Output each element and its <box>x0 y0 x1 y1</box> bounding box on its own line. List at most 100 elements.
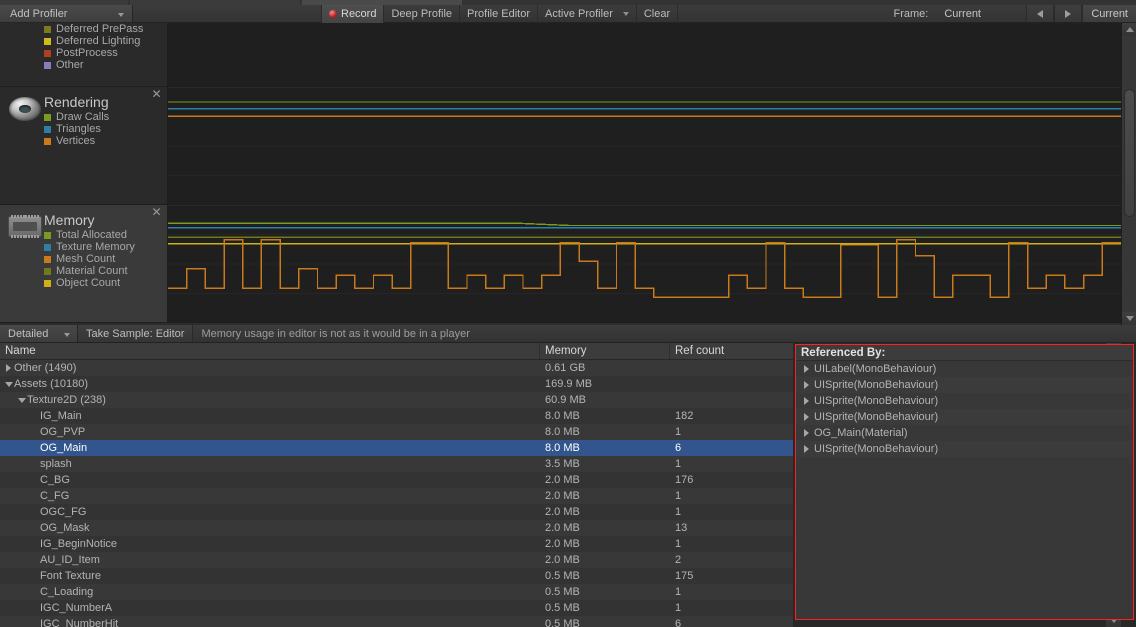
active-profiler-label: Active Profiler <box>545 8 613 20</box>
triangle-right-icon[interactable] <box>801 397 812 405</box>
deep-profile-button[interactable]: Deep Profile <box>384 5 461 23</box>
referenced-by-item[interactable]: UISprite(MonoBehaviour) <box>796 393 1133 409</box>
legend-label: Object Count <box>56 277 121 289</box>
record-button[interactable]: Record <box>321 5 385 23</box>
row-refcount-cell: 6 <box>675 442 682 454</box>
table-row[interactable]: OG_PVP 8.0 MB 1 <box>0 424 793 440</box>
chart-plot-gpu[interactable] <box>168 23 1136 86</box>
legend-item[interactable]: Vertices <box>44 135 109 147</box>
triangle-down-icon[interactable] <box>3 381 14 387</box>
table-row[interactable]: OGC_FG 2.0 MB 1 <box>0 504 793 520</box>
scroll-down-button[interactable] <box>1122 312 1136 325</box>
legend-item[interactable]: Total Allocated <box>44 229 135 241</box>
table-row[interactable]: Font Texture 0.5 MB 175 <box>0 568 793 584</box>
referenced-by-item[interactable]: UILabel(MonoBehaviour) <box>796 361 1133 377</box>
chart-scrollbar[interactable] <box>1121 23 1136 325</box>
table-row[interactable]: AU_ID_Item 2.0 MB 2 <box>0 552 793 568</box>
chart-plot-memory[interactable] <box>168 205 1136 322</box>
row-memory-cell: 2.0 MB <box>545 490 580 502</box>
profile-editor-button[interactable]: Profile Editor <box>460 5 538 23</box>
table-row[interactable]: Other (1490) 0.61 GB <box>0 360 793 376</box>
legend-item[interactable]: Other <box>44 59 143 71</box>
row-memory-cell: 2.0 MB <box>545 506 580 518</box>
table-row[interactable]: IG_BeginNotice 2.0 MB 1 <box>0 536 793 552</box>
row-name-label: splash <box>40 458 72 470</box>
triangle-right-icon[interactable] <box>801 429 812 437</box>
legend-item[interactable]: Deferred PrePass <box>44 23 143 35</box>
table-row[interactable]: IGC_NumberA 0.5 MB 1 <box>0 600 793 616</box>
close-icon[interactable]: ✕ <box>151 206 162 218</box>
clear-button[interactable]: Clear <box>637 5 679 23</box>
table-row[interactable]: Texture2D (238) 60.9 MB <box>0 392 793 408</box>
prev-frame-button[interactable] <box>1026 5 1055 22</box>
table-row[interactable]: IGC_NumberHit 0.5 MB 6 <box>0 616 793 627</box>
triangle-down-icon <box>1125 316 1134 321</box>
row-name-label: Other (1490) <box>14 362 77 374</box>
row-name-cell: Assets (10180) <box>0 378 540 390</box>
referenced-by-item[interactable]: UISprite(MonoBehaviour) <box>796 441 1133 457</box>
memory-chip-icon <box>6 213 44 243</box>
column-header-memory[interactable]: Memory <box>540 343 670 359</box>
table-row[interactable]: C_FG 2.0 MB 1 <box>0 488 793 504</box>
table-row[interactable]: Assets (10180) 169.9 MB <box>0 376 793 392</box>
row-name-label: OG_PVP <box>40 426 86 438</box>
row-name-label: C_Loading <box>40 586 94 598</box>
chevron-down-icon <box>118 13 124 17</box>
referenced-by-item[interactable]: UISprite(MonoBehaviour) <box>796 409 1133 425</box>
memory-table-body: Other (1490) 0.61 GB Assets (10180) 169.9 M… <box>0 360 793 627</box>
row-refcount-cell: 182 <box>675 410 694 422</box>
legend-item[interactable]: PostProcess <box>44 47 143 59</box>
referenced-by-item[interactable]: UISprite(MonoBehaviour) <box>796 377 1133 393</box>
legend-item[interactable]: Material Count <box>44 265 135 277</box>
add-profiler-dropdown[interactable]: Add Profiler <box>0 5 133 23</box>
triangle-right-icon[interactable] <box>801 365 812 373</box>
row-name-cell: C_BG <box>0 474 540 486</box>
close-icon[interactable]: ✕ <box>151 88 162 100</box>
triangle-right-icon[interactable] <box>801 413 812 421</box>
table-row[interactable]: OG_Main 8.0 MB 6 <box>0 440 793 456</box>
row-name-cell: IG_BeginNotice <box>0 538 540 550</box>
referenced-by-item[interactable]: OG_Main(Material) <box>796 425 1133 441</box>
table-row[interactable]: OG_Mask 2.0 MB 13 <box>0 520 793 536</box>
legend-item[interactable]: Object Count <box>44 277 135 289</box>
legend-list-rendering: Draw Calls Triangles Vertices <box>44 111 109 147</box>
row-name-label: Texture2D (238) <box>27 394 106 406</box>
chart-module-gpu[interactable]: Deferred PrePass Deferred Lighting PostP… <box>0 23 1136 87</box>
memory-mode-dropdown[interactable]: Detailed <box>0 325 78 342</box>
chart-module-memory[interactable]: ✕ Memory Total Allocated Texture Memory … <box>0 205 1136 323</box>
legend-label: Material Count <box>56 265 128 277</box>
column-header-name[interactable]: Name <box>0 343 540 359</box>
triangle-right-icon[interactable] <box>801 381 812 389</box>
current-frame-button[interactable]: Current <box>1082 5 1136 22</box>
legend-item[interactable]: Triangles <box>44 123 109 135</box>
row-name-label: IGC_NumberA <box>40 602 113 614</box>
triangle-right-icon[interactable] <box>3 364 14 372</box>
referenced-by-item-label: OG_Main(Material) <box>814 427 908 439</box>
legend-item[interactable]: Mesh Count <box>44 253 135 265</box>
triangle-down-icon[interactable] <box>16 397 27 403</box>
next-frame-button[interactable] <box>1054 5 1083 22</box>
table-row[interactable]: C_Loading 0.5 MB 1 <box>0 584 793 600</box>
scroll-thumb[interactable] <box>1124 89 1135 217</box>
legend-label: Texture Memory <box>56 241 135 253</box>
scroll-up-button[interactable] <box>1122 23 1136 36</box>
chart-module-rendering[interactable]: ✕ Rendering Draw Calls Triangles Vertice… <box>0 87 1136 205</box>
legend-list-gpu: Deferred PrePass Deferred Lighting PostP… <box>44 23 143 71</box>
table-row[interactable]: C_BG 2.0 MB 176 <box>0 472 793 488</box>
active-profiler-dropdown[interactable]: Active Profiler <box>538 5 637 23</box>
memory-detail-toolbar: Detailed Take Sample: Editor Memory usag… <box>0 325 1136 343</box>
chart-lines-memory <box>168 222 1121 298</box>
column-header-refcount[interactable]: Ref count <box>670 343 793 359</box>
chart-legend-gpu: Deferred PrePass Deferred Lighting PostP… <box>0 23 168 86</box>
row-name-label: IG_BeginNotice <box>40 538 118 550</box>
triangle-right-icon[interactable] <box>801 445 812 453</box>
table-row[interactable]: splash 3.5 MB 1 <box>0 456 793 472</box>
chart-plot-rendering[interactable] <box>168 87 1136 204</box>
take-sample-button[interactable]: Take Sample: Editor <box>78 325 194 342</box>
legend-item[interactable]: Texture Memory <box>44 241 135 253</box>
legend-item[interactable]: Draw Calls <box>44 111 109 123</box>
torus-icon <box>6 95 44 125</box>
legend-label: Mesh Count <box>56 253 116 265</box>
legend-item[interactable]: Deferred Lighting <box>44 35 143 47</box>
table-row[interactable]: IG_Main 8.0 MB 182 <box>0 408 793 424</box>
